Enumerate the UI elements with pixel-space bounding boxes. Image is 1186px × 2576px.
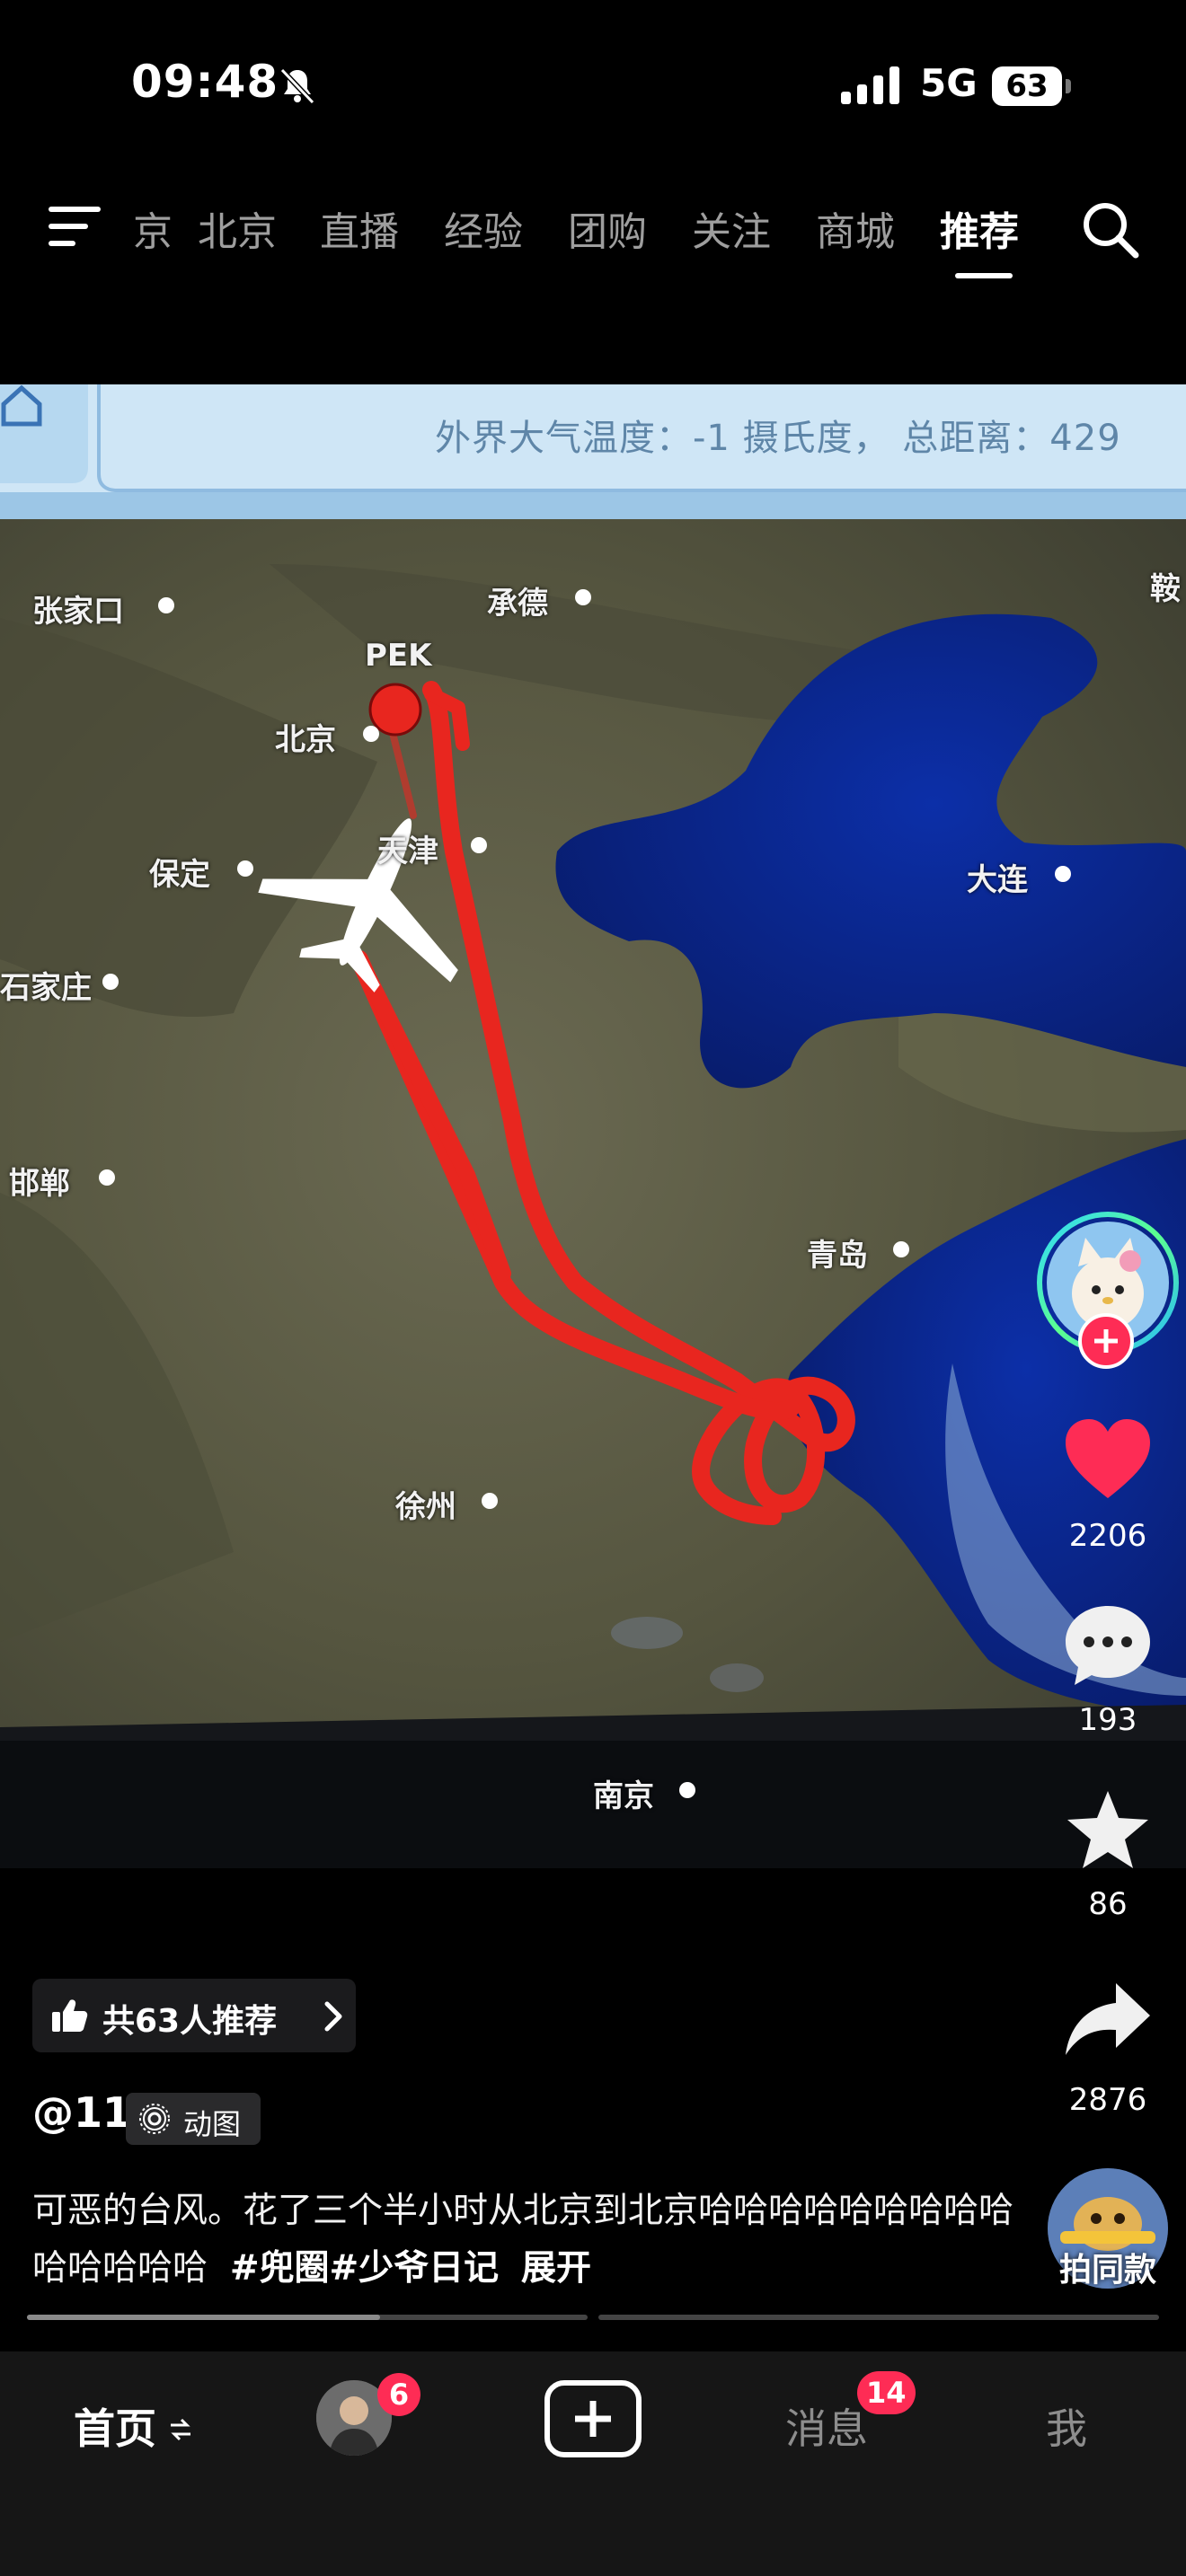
comment-icon[interactable]: [1060, 1601, 1155, 1690]
city-dot: [893, 1241, 909, 1257]
tab-channel[interactable]: 商城: [816, 199, 895, 257]
flight-info-banner: 外界大气温度：-1 摄氏度， 总距离：429: [435, 418, 1121, 459]
share-count: 2876: [1068, 2082, 1147, 2118]
battery-icon: 63: [992, 66, 1071, 106]
tab-channel[interactable]: 经验: [444, 199, 523, 257]
follow-button[interactable]: [1078, 1313, 1134, 1369]
progress-segment[interactable]: [27, 2315, 588, 2320]
city-dot: [237, 860, 253, 877]
star-icon[interactable]: [1060, 1786, 1155, 1875]
heart-icon[interactable]: [1060, 1416, 1155, 1505]
city-dot: [1055, 866, 1071, 882]
tab-channel[interactable]: 团购: [568, 199, 647, 257]
hashtag-link[interactable]: #少爷日记: [330, 2248, 500, 2289]
tab-channel[interactable]: 北京: [198, 199, 277, 257]
search-icon[interactable]: [1078, 198, 1141, 260]
city-dot: [99, 1169, 115, 1186]
city-dot: [471, 837, 487, 853]
map-label-shijiazhuang: 石家庄: [0, 970, 92, 1006]
battery-level: 63: [992, 66, 1062, 106]
motion-tag: 动图: [126, 2093, 261, 2145]
tab-channel[interactable]: 直播: [320, 199, 399, 257]
comment-count: 193: [1078, 1702, 1137, 1738]
tab-home[interactable]: 首页: [74, 2396, 156, 2456]
map-label-anshan: 鞍: [1150, 571, 1181, 607]
tab-me[interactable]: 我: [1046, 2396, 1087, 2456]
expand-caption-button[interactable]: 展开: [521, 2248, 591, 2289]
map-label-qingdao: 青岛: [807, 1238, 868, 1274]
map-label-zhangjiakou: 张家口: [32, 594, 124, 630]
network-type: 5G: [920, 61, 978, 105]
friends-badge: 6: [377, 2373, 420, 2416]
progress-segment[interactable]: [598, 2315, 1159, 2320]
tab-messages[interactable]: 消息: [785, 2396, 868, 2456]
map-label-tianjin: 天津: [377, 834, 438, 869]
city-dot: [575, 589, 591, 605]
motion-tag-label: 动图: [183, 2107, 242, 2141]
video-player[interactable]: 外界大气温度：-1 摄氏度， 总距离：429 张家口 承德 鞍 PEK 北京 天…: [0, 384, 1186, 1868]
active-tab-indicator: [955, 273, 1013, 278]
map-label-nanjing: 南京: [593, 1778, 654, 1814]
city-dot: [102, 974, 119, 990]
map-label-baoding: 保定: [149, 857, 210, 893]
hashtag-link[interactable]: #兜圈: [230, 2248, 330, 2289]
bell-muted-icon: [279, 67, 315, 105]
thumbs-up-icon: [52, 1999, 88, 2032]
signal-icon: [841, 66, 899, 104]
map-label-dalian: 大连: [967, 862, 1028, 898]
flight-map: [0, 384, 1186, 1868]
author-name[interactable]: @11: [32, 2088, 131, 2137]
messages-badge: 14: [857, 2371, 916, 2414]
status-bar: 09:48 5G 63: [0, 0, 1186, 171]
city-dot: [158, 597, 174, 613]
city-dot: [679, 1782, 695, 1798]
share-icon[interactable]: [1060, 1976, 1155, 2066]
status-time: 09:48: [131, 56, 279, 108]
top-nav: 京北京 直播 经验 团购 关注 商城 推荐: [0, 180, 1186, 287]
tab-channel[interactable]: 京: [133, 199, 173, 257]
map-label-pek: PEK: [365, 638, 432, 674]
tab-recommend-active[interactable]: 推荐: [940, 199, 1019, 257]
same-style-label: 拍同款: [1058, 2252, 1156, 2289]
map-label-chengde: 承德: [487, 586, 548, 622]
chevron-right-icon: [324, 2001, 342, 2032]
city-dot: [482, 1493, 498, 1509]
favorite-count: 86: [1088, 1886, 1128, 1922]
switch-arrows-icon[interactable]: [169, 2416, 192, 2443]
bottom-tab-bar: 首页 6 消息 14 我: [0, 2351, 1186, 2576]
recommend-count-text: 共63人推荐: [102, 2003, 278, 2040]
create-post-button[interactable]: [544, 2380, 642, 2457]
menu-icon[interactable]: [47, 203, 104, 250]
map-label-handan: 邯郸: [9, 1166, 70, 1202]
live-photo-icon: [139, 2104, 170, 2134]
tab-channel[interactable]: 关注: [692, 199, 771, 257]
video-caption: 可恶的台风。花了三个半小时从北京到北京哈哈哈哈哈哈哈哈哈哈哈哈哈哈 #兜圈#少爷…: [32, 2183, 1021, 2298]
map-label-xuzhou: 徐州: [395, 1489, 456, 1525]
recommend-chip[interactable]: 共63人推荐: [32, 1979, 356, 2052]
map-label-beijing: 北京: [275, 722, 336, 758]
like-count: 2206: [1068, 1518, 1147, 1554]
city-dot: [363, 726, 379, 742]
progress-fill: [27, 2315, 381, 2320]
